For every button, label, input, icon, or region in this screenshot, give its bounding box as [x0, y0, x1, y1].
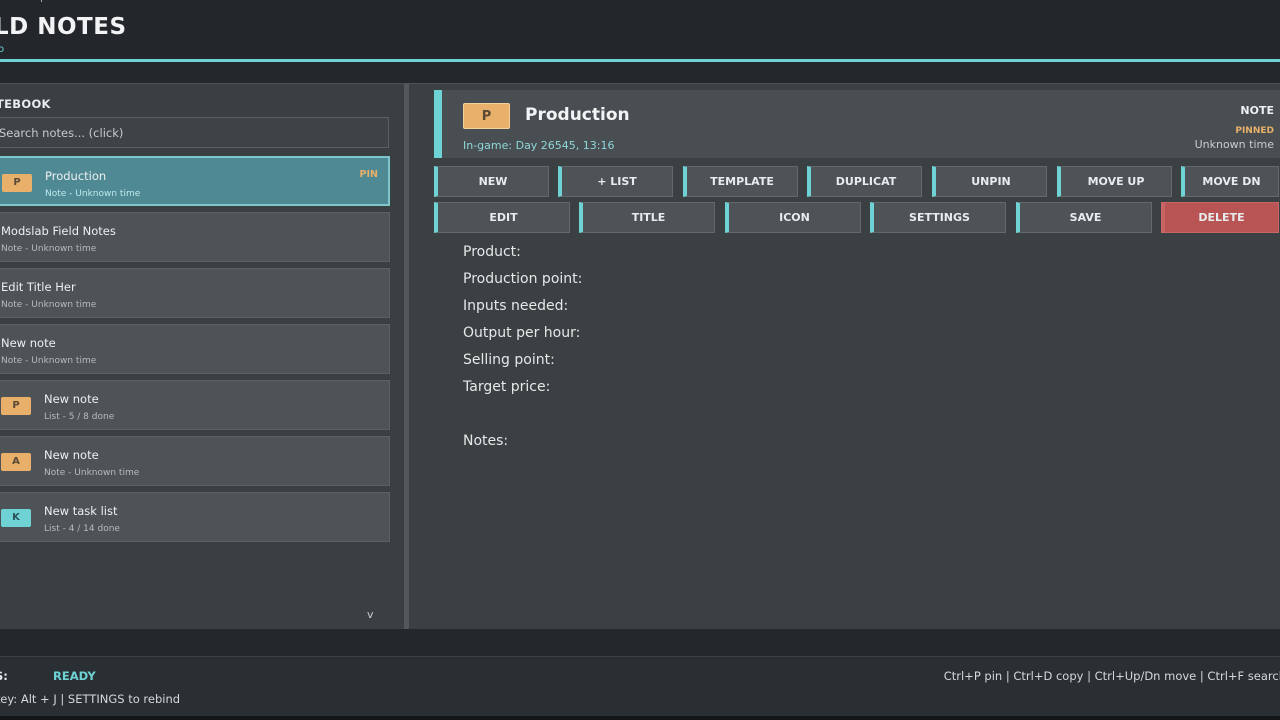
note-subtitle: Note - Unknown time [1, 356, 97, 366]
sidebar-divider[interactable] [404, 84, 409, 629]
editor-header: P Production In-game: Day 26545, 13:16 N… [434, 90, 1280, 158]
note-item[interactable]: Modslab Field Notes Note - Unknown time [0, 212, 390, 262]
notebook-sidebar: TEBOOK Search notes... (click) P Product… [0, 84, 404, 629]
pin-badge: PIN [359, 169, 378, 180]
note-item[interactable]: P Production Note - Unknown time PIN [0, 156, 390, 206]
notes-label: Notes: [463, 433, 509, 449]
edit-button[interactable]: EDIT [434, 202, 570, 233]
note-subtitle: Note - Unknown time [1, 300, 97, 310]
note-subtitle: List - 5 / 8 done [44, 412, 115, 422]
note-list: P Production Note - Unknown time PIN Mod… [0, 156, 390, 548]
status-label: S: [0, 669, 8, 683]
title-button[interactable]: TITLE [579, 202, 715, 233]
duplicate-button[interactable]: DUPLICAT [807, 166, 922, 197]
note-type-label: NOTE [1240, 104, 1274, 117]
body-line: Product: [463, 244, 521, 260]
status-footer: S: READY key: Alt + J | SETTINGS to rebi… [0, 656, 1280, 720]
settings-button[interactable]: SETTINGS [870, 202, 1006, 233]
header-accent-line [0, 59, 1280, 62]
note-letter-icon[interactable]: P [463, 103, 510, 129]
note-letter-icon: P [2, 174, 32, 192]
save-button[interactable]: SAVE [1016, 202, 1152, 233]
delete-button[interactable]: DELETE [1161, 202, 1279, 233]
template-button[interactable]: TEMPLATE [683, 166, 798, 197]
note-body[interactable]: Product: Production point: Inputs needed… [463, 244, 582, 460]
add-list-button[interactable]: + LIST [558, 166, 673, 197]
note-item[interactable]: K New task list List - 4 / 14 done [0, 492, 390, 542]
icon-button[interactable]: ICON [725, 202, 861, 233]
body-line: Target price: [463, 379, 551, 395]
note-title: New note [44, 448, 99, 462]
note-title: New note [1, 336, 56, 350]
note-title: Edit Title Her [1, 280, 76, 294]
main-area: TEBOOK Search notes... (click) P Product… [0, 83, 1280, 629]
note-subtitle: Note - Unknown time [44, 468, 140, 478]
bottom-strip [0, 716, 1280, 720]
note-subtitle: Note - Unknown time [1, 244, 97, 254]
status-value: READY [53, 669, 96, 683]
move-down-button[interactable]: MOVE DN [1181, 166, 1279, 197]
note-letter-icon: P [1, 397, 31, 415]
note-time: Unknown time [1194, 138, 1274, 151]
shortcut-hints: Ctrl+P pin | Ctrl+D copy | Ctrl+Up/Dn mo… [943, 669, 1280, 683]
note-item[interactable]: New note Note - Unknown time [0, 324, 390, 374]
note-item[interactable]: P New note List - 5 / 8 done [0, 380, 390, 430]
body-line: Production point: [463, 271, 583, 287]
note-title: Production [45, 169, 107, 183]
app-header: p LD NOTES o I [0, 0, 1280, 60]
note-subtitle: Note - Unknown time [45, 189, 141, 199]
move-up-button[interactable]: MOVE UP [1057, 166, 1172, 197]
header-subtitle-fragment: o [0, 44, 5, 55]
pinned-badge: PINNED [1235, 126, 1274, 136]
note-title: New note [44, 392, 99, 406]
search-input[interactable]: Search notes... (click) [0, 117, 389, 148]
unpin-button[interactable]: UNPIN [932, 166, 1047, 197]
app-title: LD NOTES [0, 14, 127, 40]
body-line: Selling point: [463, 352, 555, 368]
note-title-heading: Production [525, 105, 630, 125]
sidebar-heading: TEBOOK [0, 97, 51, 111]
note-title: Modslab Field Notes [1, 224, 116, 238]
scroll-down-icon[interactable]: v [367, 608, 374, 621]
note-letter-icon: A [1, 453, 31, 471]
note-item[interactable]: Edit Title Her Note - Unknown time [0, 268, 390, 318]
header-top-fragment: p [40, 0, 50, 3]
note-item[interactable]: A New note Note - Unknown time [0, 436, 390, 486]
body-line: Output per hour: [463, 325, 581, 341]
ingame-timestamp: In-game: Day 26545, 13:16 [463, 139, 615, 152]
note-title: New task list [44, 504, 118, 518]
editor-accent-bar [434, 90, 442, 158]
body-line: Inputs needed: [463, 298, 569, 314]
note-editor: P Production In-game: Day 26545, 13:16 N… [410, 84, 1280, 629]
note-letter-icon: K [1, 509, 31, 527]
hotkey-hint: key: Alt + J | SETTINGS to rebind [0, 692, 181, 706]
new-button[interactable]: NEW [434, 166, 549, 197]
note-subtitle: List - 4 / 14 done [44, 524, 120, 534]
